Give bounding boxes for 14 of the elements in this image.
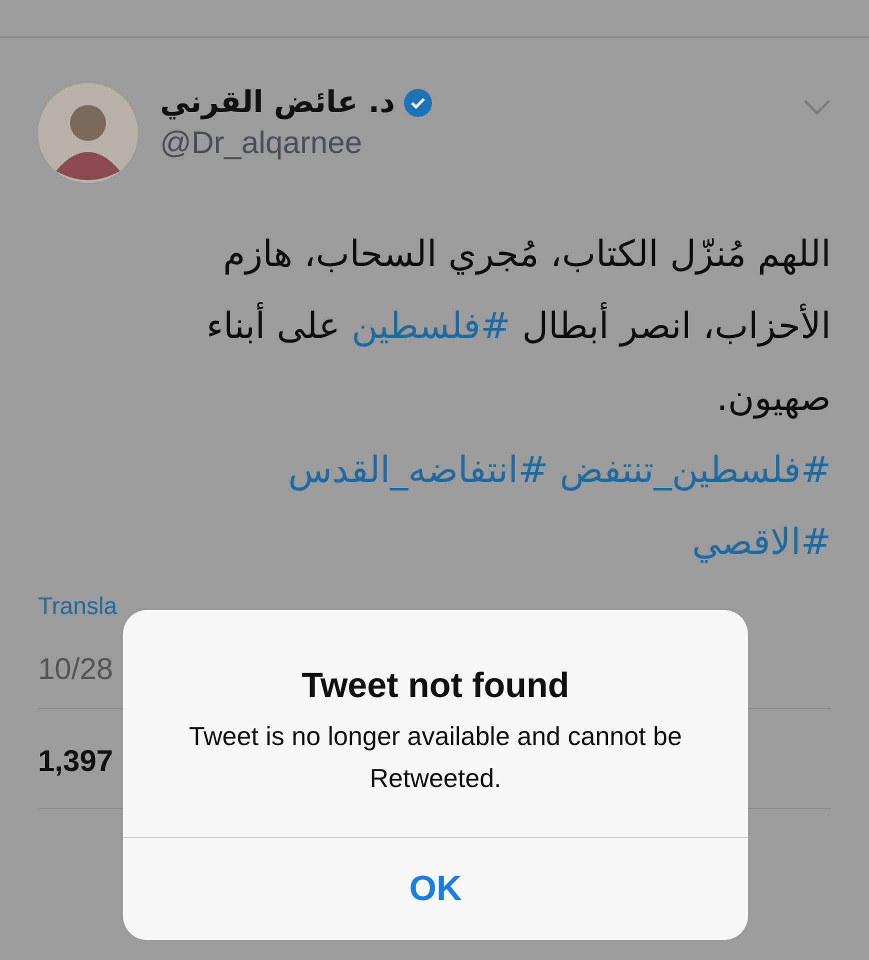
tweet-date: 10/28: [38, 652, 114, 688]
ok-button[interactable]: OK: [123, 838, 748, 940]
translate-link[interactable]: Transla: [38, 589, 118, 625]
author-handle: @Dr_alqarnee: [160, 124, 364, 162]
alert-message: Tweet is no longer available and cannot be Retweeted.: [188, 720, 683, 794]
author-name: د. عائض القرني: [160, 84, 396, 122]
hashtag-link[interactable]: #فلسطين_تنتفض: [560, 450, 831, 491]
hashtag-link[interactable]: #الاقصي: [692, 522, 831, 563]
avatar[interactable]: [38, 83, 138, 183]
hashtag-link[interactable]: #انتفاضه_القدس: [288, 450, 548, 491]
alert-title: Tweet not found: [302, 665, 570, 707]
retweet-count: 1,397: [38, 744, 114, 780]
hashtag-link[interactable]: #فلسطين: [352, 306, 511, 347]
tweet-text: اللهم مُنزّل الكتاب، مُجري السحاب، هازم الأحزاب، انصر أبطال #فلسطين على أبناء صهيون.: [205, 233, 831, 421]
